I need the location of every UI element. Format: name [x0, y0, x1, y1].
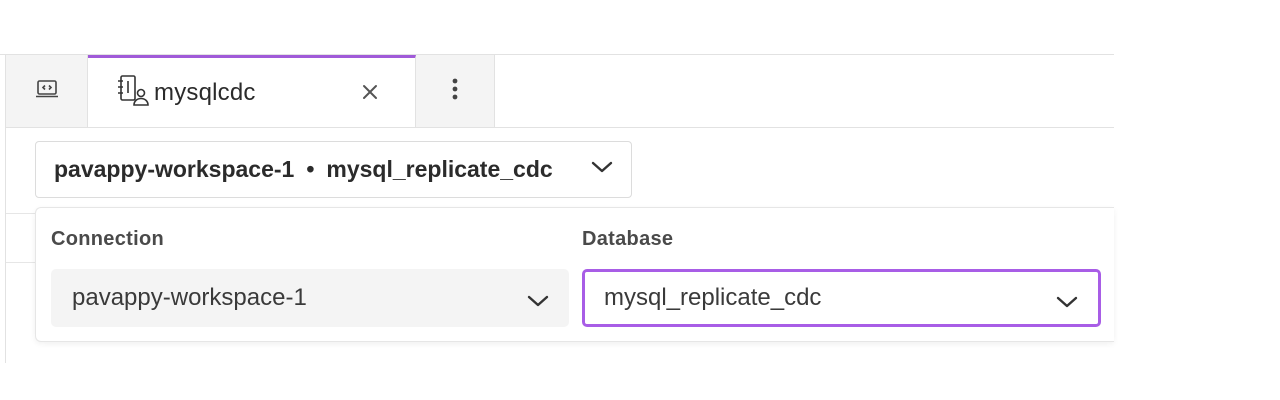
- connection-label: Connection: [51, 228, 164, 250]
- tab-mysqlcdc[interactable]: mysqlcdc: [88, 55, 416, 127]
- connection-select[interactable]: pavappy-workspace-1: [51, 269, 569, 327]
- code-editor-icon: [35, 79, 59, 104]
- database-select-value: mysql_replicate_cdc: [604, 284, 822, 311]
- database-label: Database: [582, 228, 674, 250]
- more-tabs-button[interactable]: [416, 55, 495, 127]
- tab-title: mysqlcdc: [154, 78, 256, 106]
- database-select[interactable]: mysql_replicate_cdc: [582, 269, 1101, 327]
- chevron-down-icon: [591, 160, 613, 179]
- tab-bar: mysqlcdc: [6, 55, 1114, 128]
- close-icon[interactable]: [359, 81, 381, 103]
- notebook-user-icon: [116, 74, 150, 111]
- selector-dropdown-panel: Connection pavappy-workspace-1 Database …: [35, 207, 1114, 342]
- more-vertical-icon: [452, 78, 458, 105]
- selector-database: mysql_replicate_cdc: [326, 156, 553, 182]
- connection-select-value: pavappy-workspace-1: [72, 284, 307, 311]
- connection-database-selector[interactable]: pavappy-workspace-1 • mysql_replicate_cd…: [35, 141, 632, 198]
- selector-separator: •: [306, 156, 315, 182]
- selector-workspace: pavappy-workspace-1: [54, 156, 295, 182]
- background-row: [6, 213, 36, 263]
- chevron-down-icon: [1056, 288, 1078, 316]
- chevron-down-icon: [527, 287, 549, 315]
- tab-sql-editor[interactable]: [6, 55, 88, 127]
